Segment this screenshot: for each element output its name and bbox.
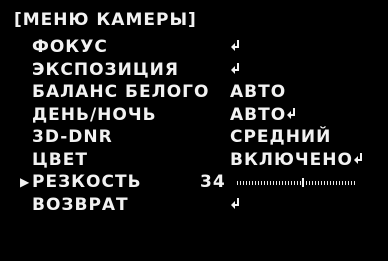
menu-item-label: РЕЗКОСТЬ xyxy=(32,172,142,192)
enter-arrow-icon xyxy=(353,152,365,166)
menu-item-value: СРЕДНИЙ xyxy=(230,126,331,148)
menu-item[interactable]: БАЛАНС БЕЛОГО АВТО xyxy=(0,81,388,103)
menu-item[interactable]: ЦВЕТ ВКЛЮЧЕНО xyxy=(0,149,388,171)
menu-item-label: 3D-DNR xyxy=(32,127,113,147)
enter-arrow-icon xyxy=(230,39,242,53)
menu-item-value-text: АВТО xyxy=(230,104,287,125)
menu-item-label: ФОКУС xyxy=(32,37,108,57)
menu-item-label: ЭКСПОЗИЦИЯ xyxy=(32,59,179,80)
menu-item-label: ВОЗВРАТ xyxy=(32,194,129,215)
menu-item-value-text: СРЕДНИЙ xyxy=(230,127,332,147)
menu-item[interactable]: 3D-DNR СРЕДНИЙ xyxy=(0,126,388,148)
menu-title: [МЕНЮ КАМЕРЫ] xyxy=(14,10,197,30)
menu-item[interactable]: ФОКУС xyxy=(0,36,388,58)
menu-item-value: 34 xyxy=(200,172,226,192)
menu-item[interactable]: ЭКСПОЗИЦИЯ xyxy=(0,59,388,81)
triangle-right-icon: ▶ xyxy=(20,175,31,189)
enter-arrow-icon xyxy=(230,197,242,211)
menu-item-value: АВТО xyxy=(230,104,298,126)
menu-item[interactable]: ВОЗВРАТ xyxy=(0,194,388,216)
menu-item[interactable]: ДЕНЬ/НОЧЬ АВТО xyxy=(0,104,388,126)
menu-item-value-text: АВТО xyxy=(230,82,287,102)
menu-item-value: АВТО xyxy=(230,81,286,103)
menu-item-value xyxy=(230,36,242,58)
enter-arrow-icon xyxy=(230,62,242,76)
menu-item[interactable]: ▶ РЕЗКОСТЬ 34 xyxy=(0,171,388,193)
sharpness-slider[interactable] xyxy=(237,178,355,187)
menu-item-label: ЦВЕТ xyxy=(32,149,88,170)
camera-osd-screen: [МЕНЮ КАМЕРЫ] ФОКУС ЭКСПОЗИЦИЯ БАЛАНС БЕЛО… xyxy=(0,0,388,261)
menu-item-value xyxy=(230,194,242,216)
enter-arrow-icon xyxy=(286,107,298,121)
menu-item-label: БАЛАНС БЕЛОГО xyxy=(32,82,210,102)
menu-item-value-text: ВКЛЮЧЕНО xyxy=(230,149,353,170)
slider-marker[interactable] xyxy=(301,178,304,187)
menu-item-label: ДЕНЬ/НОЧЬ xyxy=(32,104,157,125)
menu-item-value xyxy=(230,59,242,81)
menu-item-value: ВКЛЮЧЕНО xyxy=(230,149,365,171)
